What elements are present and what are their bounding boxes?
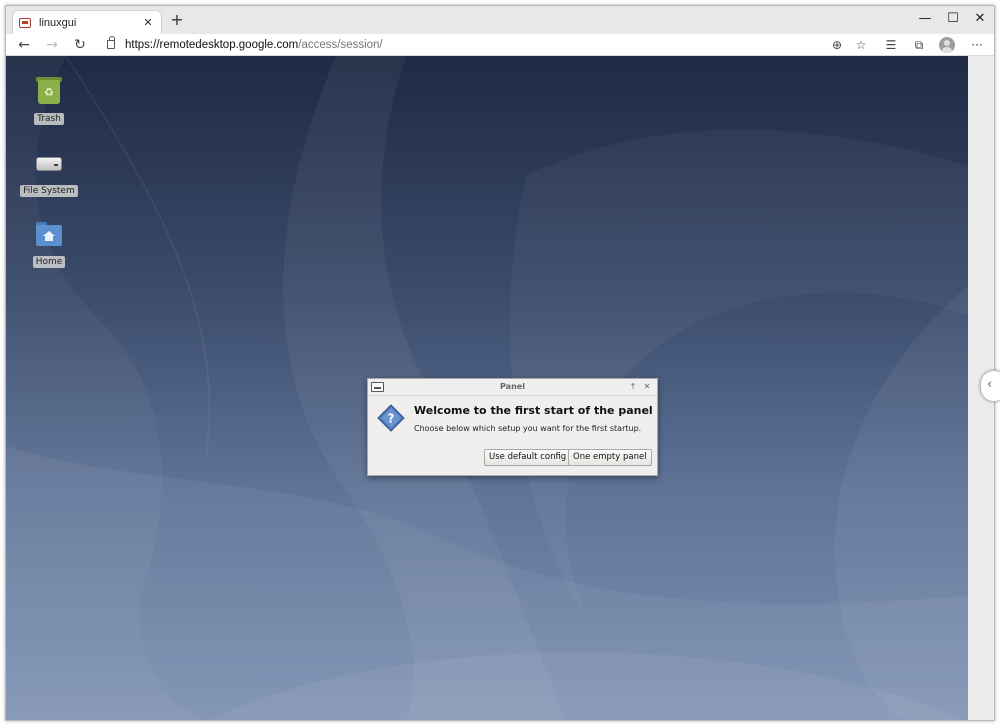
new-tab-button[interactable]: + <box>168 11 186 29</box>
home-folder-icon <box>34 219 64 249</box>
svg-text:?: ? <box>388 412 395 426</box>
dialog-message: Choose below which setup you want for th… <box>414 424 642 433</box>
desktop-icon-home[interactable]: Home <box>17 219 81 268</box>
desktop-icon-label: File System <box>20 185 78 197</box>
address-toolbar: ← → ↻ https://remotedesktop.google.com/a… <box>6 34 994 56</box>
desktop-icon-file-system[interactable]: File System <box>17 148 81 197</box>
browser-window: linuxgui ✕ + — ☐ ✕ ← → ↻ https://remoted… <box>5 5 995 721</box>
tab-linuxgui[interactable]: linuxgui ✕ <box>12 10 162 34</box>
desktop-icon-label: Home <box>32 256 66 268</box>
lock-icon[interactable] <box>107 36 115 49</box>
back-button[interactable]: ← <box>14 34 34 56</box>
question-icon: ? <box>377 404 405 432</box>
collections-icon[interactable]: ⧉ <box>910 36 928 54</box>
favorite-star-icon[interactable]: ☆ <box>852 36 870 54</box>
panel-dialog: Panel ↑ ✕ ? Welcome to the first start o… <box>367 378 658 476</box>
one-empty-panel-button[interactable]: One empty panel <box>568 449 652 466</box>
tab-title: linuxgui <box>39 16 77 29</box>
trash-icon: ♻ <box>34 76 64 106</box>
use-default-config-button[interactable]: Use default config <box>484 449 572 466</box>
hard-drive-icon <box>34 148 64 178</box>
tab-strip: linuxgui ✕ + — ☐ ✕ <box>6 6 994 34</box>
dialog-titlebar[interactable]: Panel ↑ ✕ <box>368 379 657 396</box>
dialog-heading: Welcome to the first start of the panel <box>414 404 653 417</box>
forward-button[interactable]: → <box>42 34 62 56</box>
remote-desktop-icon <box>19 17 31 28</box>
close-window-button[interactable]: ✕ <box>969 10 991 28</box>
more-icon[interactable]: ··· <box>968 36 986 54</box>
chevron-left-icon: ‹ <box>987 377 993 392</box>
favorites-icon[interactable]: ☰ <box>882 36 900 54</box>
reload-button[interactable]: ↻ <box>70 34 90 56</box>
desktop-icon-trash[interactable]: ♻ Trash <box>17 76 81 125</box>
url-path: /access/session/ <box>298 39 383 51</box>
pin-icon[interactable]: ↑ <box>627 381 639 393</box>
close-icon[interactable]: ✕ <box>641 381 653 393</box>
minimize-button[interactable]: — <box>914 10 936 28</box>
address-bar[interactable]: https://remotedesktop.google.com/access/… <box>125 37 383 53</box>
maximize-button[interactable]: ☐ <box>942 10 964 28</box>
close-icon[interactable]: ✕ <box>141 16 155 29</box>
url-host: https://remotedesktop.google.com <box>125 39 299 51</box>
session-panel-handle[interactable]: ‹ <box>980 370 1000 402</box>
dialog-title: Panel <box>500 382 525 391</box>
desktop-icon-label: Trash <box>34 113 64 125</box>
add-icon[interactable]: ⊕ <box>828 36 846 54</box>
profile-avatar[interactable] <box>939 37 955 53</box>
